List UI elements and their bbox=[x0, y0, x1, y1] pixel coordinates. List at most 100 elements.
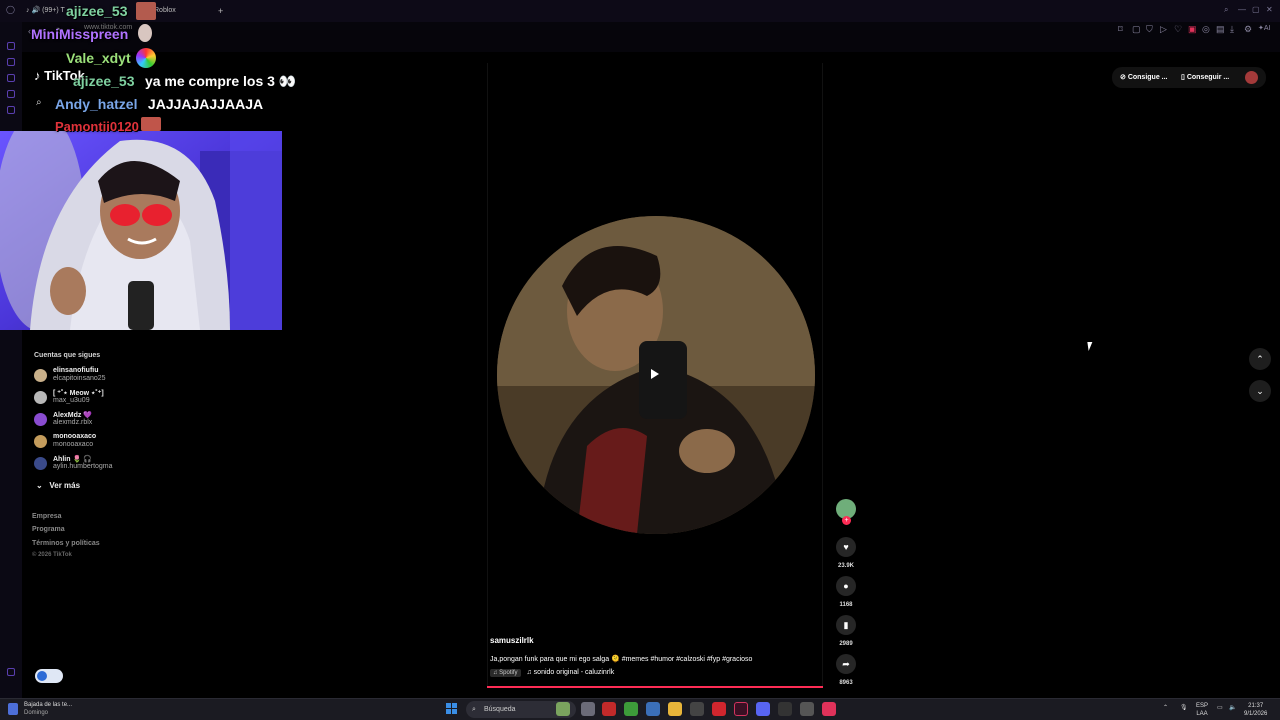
taskbar-app-folder-icon[interactable] bbox=[668, 702, 682, 716]
taskbar-app-taskview-icon[interactable] bbox=[581, 702, 595, 716]
taskbar-app-landscape[interactable] bbox=[556, 702, 570, 716]
taskbar-app-capcut-icon[interactable] bbox=[690, 702, 704, 716]
extension-icon[interactable]: ▣ bbox=[1188, 24, 1197, 35]
wallet-icon[interactable]: ▤ bbox=[1216, 24, 1225, 35]
network-icon[interactable]: ▭ bbox=[1217, 704, 1223, 712]
volume-icon[interactable]: 🔈 bbox=[1229, 704, 1236, 712]
rail-home-icon[interactable] bbox=[7, 42, 15, 50]
weather-day: Domingo bbox=[24, 710, 49, 716]
weather-widget[interactable]: Bajada de las te... Domingo bbox=[24, 701, 72, 717]
comment-icon: ● bbox=[843, 581, 849, 591]
minimize-icon[interactable]: — bbox=[1238, 5, 1246, 14]
video-author[interactable]: samuszilrlk bbox=[490, 636, 534, 645]
footer-link-program[interactable]: Programa bbox=[32, 526, 65, 533]
chat-username: MiniMisspreen bbox=[31, 26, 129, 42]
chat-username: ajizee_53 bbox=[66, 3, 128, 19]
tab-roblox[interactable]: Roblox bbox=[154, 4, 176, 18]
taskbar-app-settings-icon[interactable] bbox=[800, 702, 814, 716]
see-more-label: Ver más bbox=[49, 481, 81, 490]
chat-emote bbox=[141, 117, 161, 131]
new-tab-button[interactable]: + bbox=[218, 4, 223, 18]
search-icon[interactable]: ⌕ bbox=[36, 97, 42, 108]
browser-menu-icon[interactable]: ◯ bbox=[6, 5, 15, 14]
close-window-icon[interactable]: ✕ bbox=[1266, 5, 1273, 14]
rail-notes-icon[interactable] bbox=[7, 90, 15, 98]
account-handle: max_u3u09 bbox=[53, 397, 90, 404]
avatar bbox=[34, 369, 47, 382]
settings-icon[interactable]: ⚙ bbox=[1244, 24, 1252, 35]
shield-icon[interactable]: ⛉ bbox=[1146, 24, 1153, 35]
play-icon[interactable] bbox=[651, 369, 659, 379]
chat-username: ajizee_53 bbox=[73, 73, 135, 89]
rail-tools-icon[interactable] bbox=[7, 106, 15, 114]
taskbar-app-news-icon[interactable] bbox=[602, 702, 616, 716]
taskbar-app-vscode-icon[interactable] bbox=[646, 702, 660, 716]
maximize-icon[interactable]: ▢ bbox=[1252, 5, 1260, 14]
chat-username: Andy_hatzel bbox=[55, 96, 138, 112]
weather-icon bbox=[8, 703, 18, 715]
spotify-icon: ♫ bbox=[493, 670, 498, 676]
chat-emote bbox=[138, 24, 152, 42]
account-display-name: [ ⁺˚⋆ Meow ⋆˚⁺] bbox=[53, 390, 104, 397]
avatar bbox=[34, 457, 47, 470]
clock[interactable]: 21:37 9/1/2026 bbox=[1244, 702, 1267, 718]
start-button[interactable] bbox=[446, 703, 458, 715]
rail-settings-icon[interactable] bbox=[7, 668, 15, 676]
follow-plus-icon[interactable]: + bbox=[842, 516, 851, 525]
following-account[interactable]: [ ⁺˚⋆ Meow ⋆˚⁺] max_u3u09 bbox=[34, 389, 234, 409]
taskbar-app-xbox-icon[interactable] bbox=[624, 702, 638, 716]
address-bar-row: ‹ › ↻ www.tiktok.com ⌑ ▢ ⛉ ▷ ♡ ▣ ◎ ▤ ⤓ ⚙… bbox=[22, 22, 1280, 52]
ai-icon[interactable]: ✦AI bbox=[1258, 24, 1270, 32]
following-account[interactable]: Ahlin 🌷 🎧 aylin.humbertogma bbox=[34, 455, 234, 475]
share-button[interactable]: ➦ bbox=[836, 654, 856, 674]
footer-link-terms[interactable]: Términos y políticas bbox=[32, 540, 100, 547]
messages-icon[interactable]: ◎ bbox=[1202, 24, 1210, 35]
chat-message-row: Andy_hatzel JAJJAJAJJAAJA bbox=[55, 96, 263, 114]
rail-history-icon[interactable] bbox=[7, 58, 15, 66]
account-handle: monooaxaco bbox=[53, 441, 94, 448]
account-handle: elcapitoinsano25 bbox=[53, 375, 106, 382]
tab-tiktok[interactable]: ♪ 🔊 (99+) T bbox=[26, 4, 65, 18]
footer-link-company[interactable]: Empresa bbox=[32, 513, 62, 520]
spotify-badge[interactable]: ♫ Spotify bbox=[490, 669, 521, 677]
music-note-icon: ♫ bbox=[526, 669, 532, 676]
like-count: 23.9K bbox=[837, 563, 854, 569]
chat-emote bbox=[136, 2, 156, 20]
comment-button[interactable]: ● bbox=[836, 576, 856, 596]
app-download-toggle[interactable] bbox=[35, 669, 63, 683]
taskbar-app-youtube-icon[interactable] bbox=[712, 702, 726, 716]
taskbar-app-opera-icon[interactable] bbox=[734, 702, 748, 716]
following-account[interactable]: monooaxaco monooaxaco bbox=[34, 433, 234, 453]
taskbar-app-terminal-icon[interactable] bbox=[778, 702, 792, 716]
language-indicator[interactable]: ESP LAA bbox=[1196, 702, 1208, 718]
get-app-button[interactable]: ▯ Conseguir ... bbox=[1181, 69, 1229, 86]
download-icon[interactable]: ⤓ bbox=[1230, 24, 1234, 35]
chat-username: Vale_xdyt bbox=[66, 50, 131, 66]
tray-overflow-icon[interactable]: ⌃ bbox=[1163, 704, 1168, 712]
screenshot-icon[interactable]: ▢ bbox=[1132, 24, 1141, 35]
taskbar-app-discord-icon[interactable] bbox=[756, 702, 770, 716]
spotify-label: Spotify bbox=[499, 670, 518, 676]
like-button[interactable]: ♥ bbox=[836, 537, 856, 557]
get-coins-button[interactable]: ⊘ Consigue ... bbox=[1120, 69, 1168, 86]
chevron-down-icon: ⌄ bbox=[1256, 386, 1264, 396]
weather-title: Bajada de las te... bbox=[24, 702, 73, 708]
comment-count: 1168 bbox=[839, 602, 853, 608]
following-account[interactable]: elinsanofiufiu elcapitoinsano25 bbox=[34, 367, 234, 387]
profile-avatar[interactable] bbox=[1245, 71, 1258, 84]
search-tabs-icon[interactable]: ⌕ bbox=[1224, 5, 1228, 15]
save-button[interactable]: ▮ bbox=[836, 615, 856, 635]
video-progress-bar[interactable] bbox=[487, 686, 823, 688]
see-more-button[interactable]: ⌄ Ver más bbox=[36, 481, 80, 490]
heart-icon[interactable]: ♡ bbox=[1174, 24, 1182, 35]
microphone-icon[interactable]: 🎙 bbox=[1180, 704, 1188, 712]
play-icon[interactable]: ▷ bbox=[1160, 24, 1167, 35]
rail-bookmarks-icon[interactable] bbox=[7, 74, 15, 82]
bookmark-icon[interactable]: ⌑ bbox=[1118, 24, 1123, 35]
get-coins-label: Consigue ... bbox=[1127, 74, 1168, 81]
video-music-row[interactable]: ♫ Spotify ♫ sonido original - caluzinrlk bbox=[490, 669, 614, 677]
previous-video-button[interactable]: ⌃ bbox=[1249, 348, 1271, 370]
next-video-button[interactable]: ⌄ bbox=[1249, 380, 1271, 402]
taskbar-app-tiktok-icon[interactable] bbox=[822, 702, 836, 716]
following-account[interactable]: AlexMdz 💜 alexmdz.rblx bbox=[34, 411, 234, 431]
